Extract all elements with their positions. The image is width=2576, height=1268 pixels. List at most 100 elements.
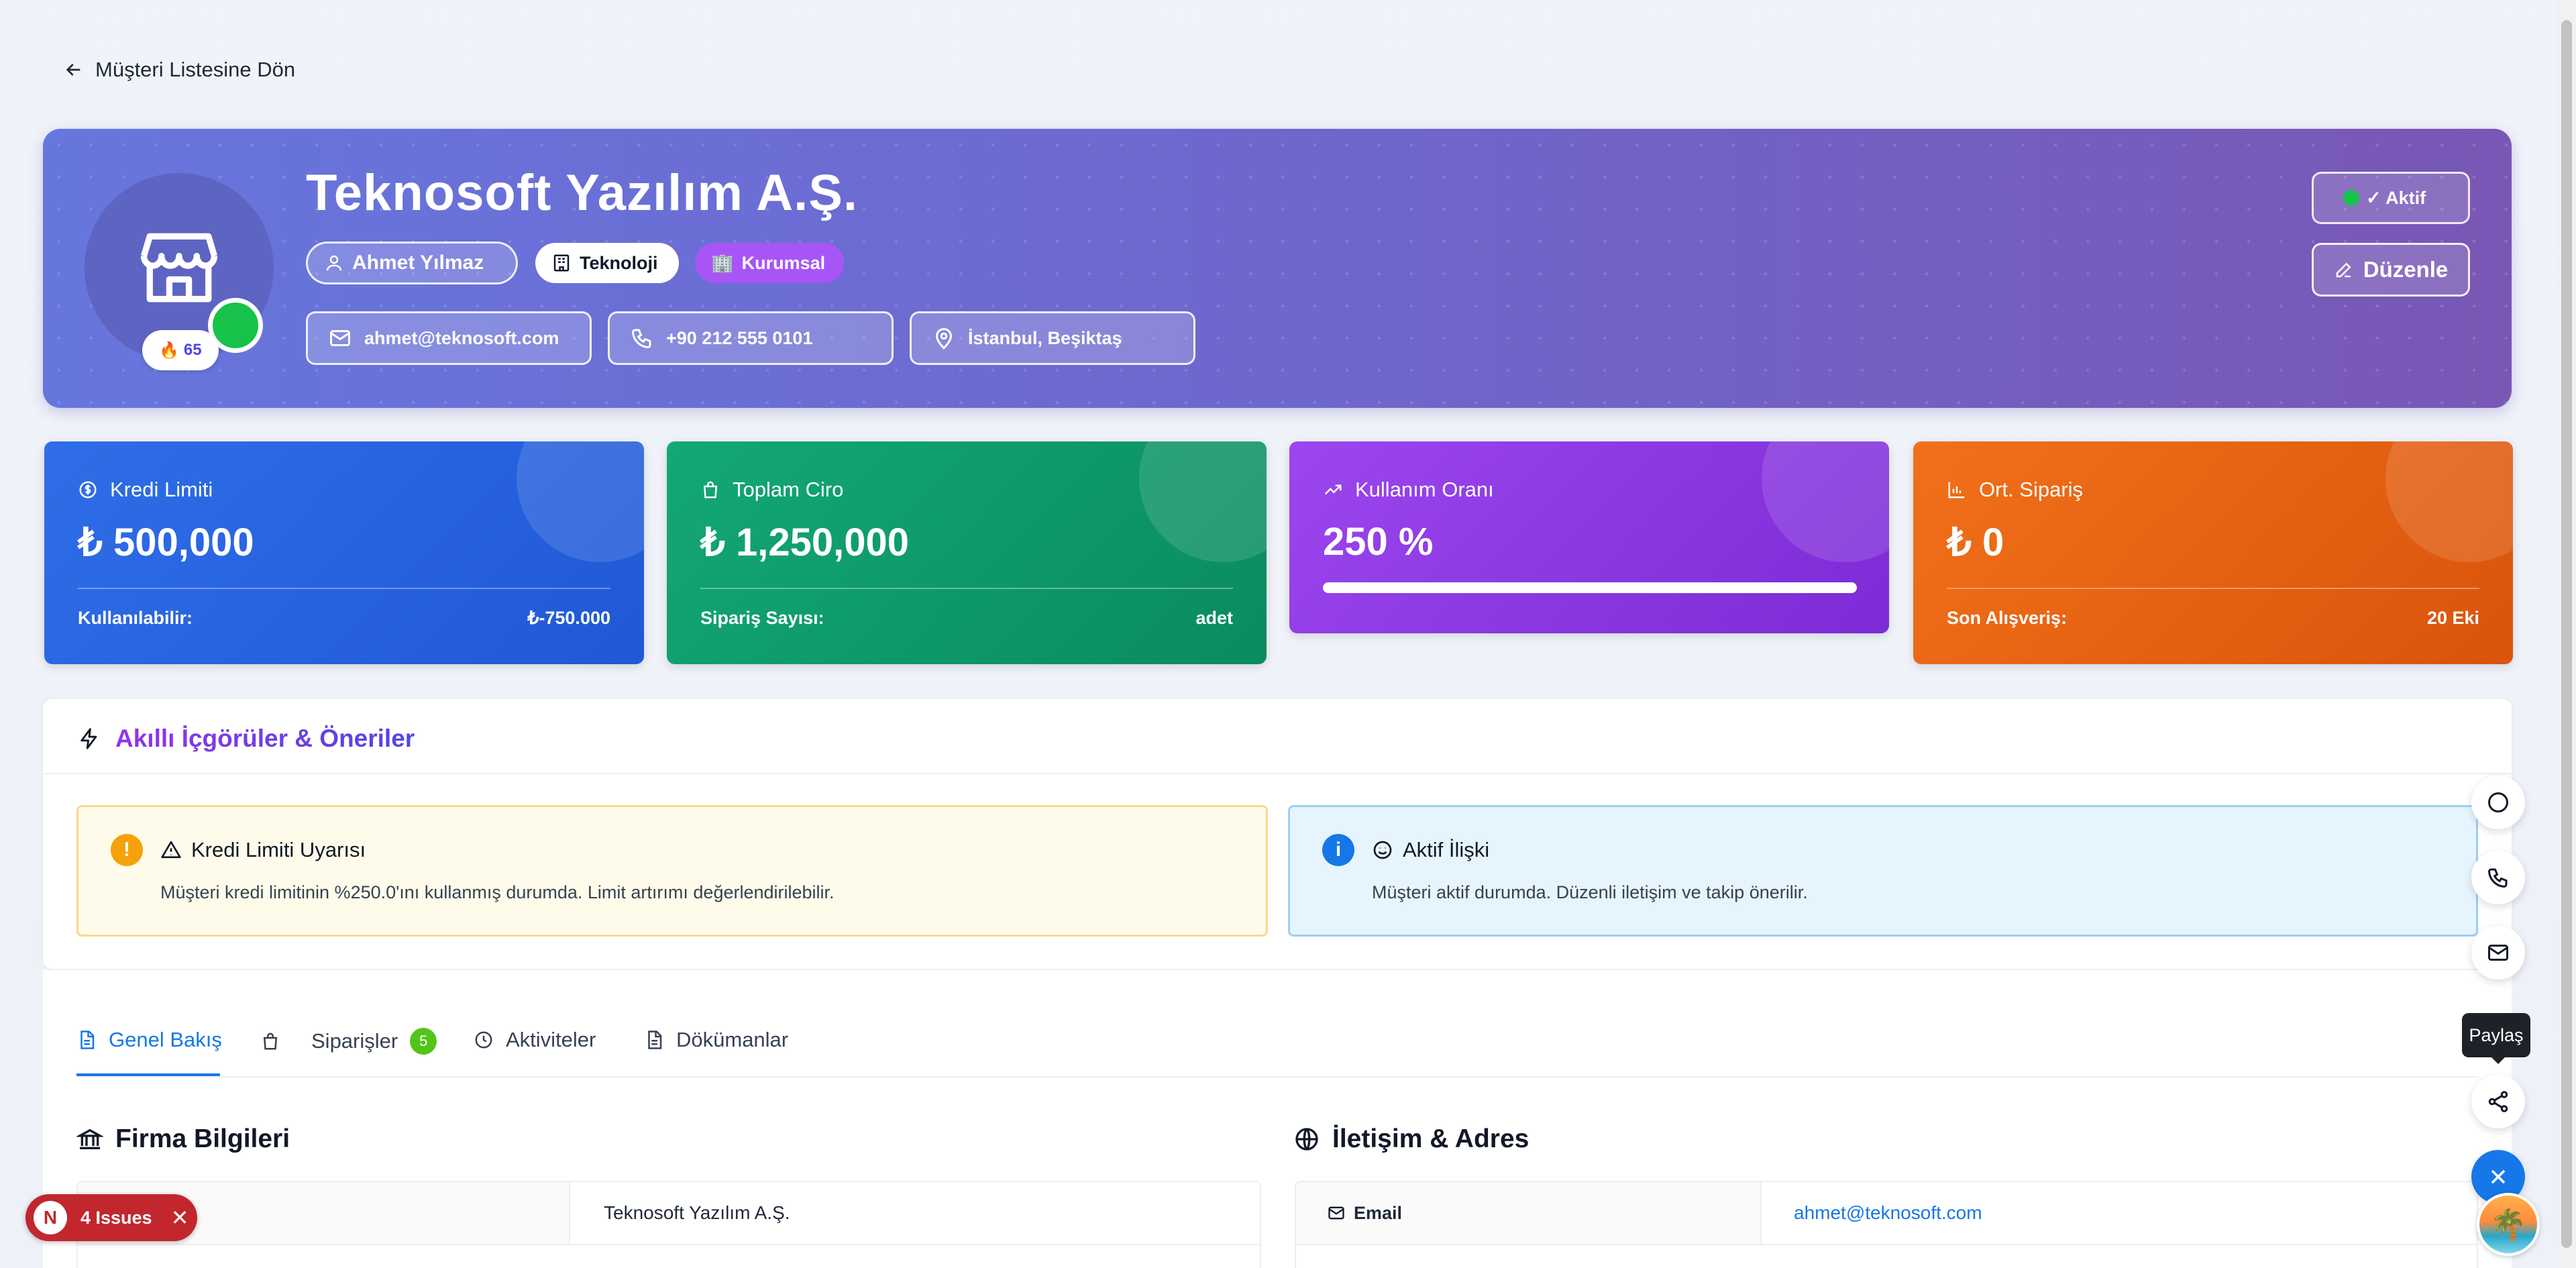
status-button[interactable]: ✓ Aktif bbox=[2312, 172, 2470, 224]
stat-foot-value: 20 Eki bbox=[2426, 608, 2479, 628]
active-relationship-alert: i Aktif İlişki Müşteri aktif durumda. Dü… bbox=[1288, 805, 2478, 937]
contact-info-title: İletişim & Adres bbox=[1293, 1124, 1529, 1154]
chat-fab[interactable] bbox=[2471, 776, 2525, 829]
shopping-bag-icon bbox=[703, 481, 718, 498]
phone-value: +90 212 555 0101 bbox=[666, 327, 813, 348]
customer-type-chip: 🏢 Kurumsal bbox=[695, 243, 844, 283]
stat-title: Toplam Ciro bbox=[733, 478, 844, 501]
tab-activities[interactable]: Aktiviteler bbox=[474, 1028, 596, 1052]
stat-value: 250 % bbox=[1323, 520, 1434, 564]
stat-foot-label: Son Alışveriş: bbox=[1947, 608, 2068, 628]
owner-chip[interactable]: Ahmet Yılmaz bbox=[306, 242, 518, 284]
mail-icon bbox=[1328, 1206, 1344, 1220]
edit-button[interactable]: Düzenle bbox=[2312, 243, 2470, 297]
store-icon bbox=[140, 233, 218, 303]
stat-card-total-revenue: Toplam Ciro ₺ 1,250,000 Sipariş Sayısı: … bbox=[667, 441, 1267, 664]
back-link-label: Müşteri Listesine Dön bbox=[95, 58, 296, 81]
card-decoration bbox=[1762, 441, 1889, 562]
location-value: İstanbul, Beşiktaş bbox=[968, 327, 1122, 348]
stat-divider bbox=[78, 588, 610, 589]
company-name-value: Teknosoft Yazılım A.Ş. bbox=[604, 1202, 790, 1223]
palm-tree-avatar[interactable]: 🌴 bbox=[2477, 1193, 2540, 1256]
company-info-table: Teknosoft Yazılım A.Ş. bbox=[76, 1181, 1261, 1268]
shopping-bag-icon bbox=[263, 1033, 278, 1050]
tab-label: Siparişler bbox=[311, 1029, 398, 1053]
sector-chip: Teknoloji bbox=[535, 243, 679, 283]
office-building-icon: 🏢 bbox=[711, 253, 734, 273]
sector-label: Teknoloji bbox=[580, 252, 658, 273]
stat-divider bbox=[1947, 588, 2479, 589]
tab-orders[interactable]: Siparişler 5 bbox=[260, 1028, 437, 1055]
stat-title: Ort. Sipariş bbox=[1979, 478, 2084, 501]
orders-count-badge: 5 bbox=[410, 1028, 437, 1055]
mail-icon bbox=[2488, 945, 2508, 961]
location-pill[interactable]: İstanbul, Beşiktaş bbox=[910, 311, 1195, 365]
share-icon bbox=[2488, 1091, 2508, 1112]
alert-text: Müşteri kredi limitinin %250.0'ını kulla… bbox=[160, 882, 835, 902]
phone-pill[interactable]: +90 212 555 0101 bbox=[608, 311, 894, 365]
file-icon bbox=[648, 1031, 662, 1049]
user-icon bbox=[326, 255, 342, 271]
scrollbar-thumb[interactable] bbox=[2561, 20, 2572, 1248]
close-icon bbox=[2491, 1169, 2506, 1184]
fire-icon: 🔥 bbox=[159, 341, 184, 360]
page-scrollbar[interactable] bbox=[2557, 0, 2576, 1268]
stat-foot-value: adet bbox=[1195, 608, 1233, 628]
call-fab[interactable] bbox=[2471, 851, 2525, 904]
divider bbox=[43, 773, 2512, 774]
share-fab[interactable] bbox=[2471, 1075, 2525, 1128]
stat-title: Kredi Limiti bbox=[110, 478, 213, 501]
card-decoration bbox=[2385, 441, 2513, 562]
map-pin-icon bbox=[935, 328, 953, 350]
email-value: ahmet@teknosoft.com bbox=[364, 327, 559, 348]
issues-badge[interactable]: N 4 Issues ✕ bbox=[25, 1194, 197, 1241]
active-tab-indicator bbox=[76, 1073, 220, 1076]
contact-email-link[interactable]: ahmet@teknosoft.com bbox=[1794, 1182, 1982, 1244]
tabs-divider bbox=[76, 1076, 2478, 1077]
building-icon bbox=[553, 254, 570, 272]
tab-documents[interactable]: Dökümanlar bbox=[644, 1028, 788, 1052]
tab-label: Aktiviteler bbox=[506, 1028, 596, 1051]
stat-foot-label: Kullanılabilir: bbox=[78, 608, 193, 628]
customer-header: 🔥 65 Teknosoft Yazılım A.Ş. Ahmet Yılmaz… bbox=[43, 129, 2512, 408]
info-circle-icon: i bbox=[1322, 834, 1354, 866]
alert-title: Kredi Limiti Uyarısı bbox=[191, 838, 366, 861]
stat-title: Kullanım Oranı bbox=[1355, 478, 1494, 501]
mail-fab[interactable] bbox=[2471, 926, 2525, 980]
stat-value: ₺ 1,250,000 bbox=[700, 521, 910, 564]
stat-foot-label: Sipariş Sayısı: bbox=[700, 608, 824, 628]
bank-icon bbox=[76, 1128, 103, 1149]
contact-info-table: Email ahmet@teknosoft.com bbox=[1295, 1181, 2478, 1268]
globe-icon bbox=[1295, 1128, 1318, 1151]
close-icon[interactable]: ✕ bbox=[171, 1205, 189, 1230]
lightning-icon bbox=[80, 728, 97, 749]
status-label: ✓ Aktif bbox=[2366, 187, 2426, 208]
status-dot bbox=[2343, 190, 2359, 206]
trend-up-icon bbox=[1324, 484, 1342, 495]
tab-label: Genel Bakış bbox=[109, 1028, 222, 1051]
edit-label: Düzenle bbox=[2363, 257, 2449, 282]
share-tooltip: Paylaş bbox=[2462, 1013, 2530, 1064]
stat-card-credit-limit: Kredi Limiti ₺ 500,000 Kullanılabilir: ₺… bbox=[44, 441, 644, 664]
stat-divider bbox=[700, 588, 1233, 589]
dollar-circle-icon bbox=[79, 481, 97, 498]
card-decoration bbox=[517, 441, 644, 562]
back-link[interactable]: Müşteri Listesine Dön bbox=[63, 56, 295, 83]
clock-icon bbox=[475, 1031, 492, 1049]
stat-value: ₺ 500,000 bbox=[78, 521, 254, 564]
email-pill[interactable]: ahmet@teknosoft.com bbox=[306, 311, 592, 365]
table-row: Teknosoft Yazılım A.Ş. bbox=[78, 1182, 1260, 1245]
chat-bubble-icon bbox=[2488, 792, 2508, 812]
warning-circle-icon: ! bbox=[111, 834, 143, 866]
usage-progress-bar bbox=[1323, 582, 1857, 593]
pencil-icon bbox=[2336, 262, 2351, 278]
insights-title: Akıllı İçgörüler & Öneriler bbox=[115, 725, 415, 752]
phone-icon bbox=[631, 329, 651, 349]
credit-limit-alert: ! Kredi Limiti Uyarısı Müşteri kredi lim… bbox=[76, 805, 1268, 937]
smile-icon bbox=[1373, 841, 1392, 859]
row-label: Email bbox=[1296, 1182, 1762, 1244]
alert-text: Müşteri aktif durumda. Düzenli iletişim … bbox=[1372, 882, 1808, 902]
tab-overview[interactable]: Genel Bakış bbox=[76, 1028, 222, 1052]
insights-panel: Akıllı İçgörüler & Öneriler ! Kredi Limi… bbox=[43, 699, 2512, 969]
stat-card-avg-order: Ort. Sipariş ₺ 0 Son Alışveriş: 20 Eki bbox=[1913, 441, 2513, 664]
